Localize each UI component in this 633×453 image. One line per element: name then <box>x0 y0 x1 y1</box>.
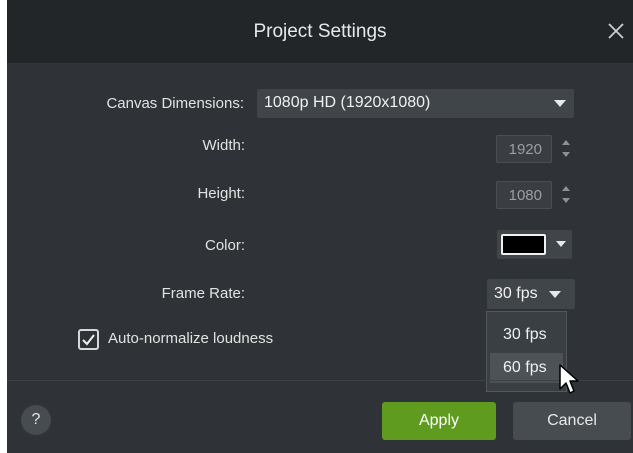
width-stepper[interactable] <box>562 135 570 163</box>
height-input[interactable]: 1080 <box>496 181 552 209</box>
checkmark-icon <box>82 334 95 346</box>
width-value: 1920 <box>508 141 542 158</box>
apply-label: Apply <box>418 412 460 429</box>
frame-rate-label: Frame Rate: <box>161 285 245 302</box>
height-stepper[interactable] <box>562 181 570 209</box>
cancel-label: Cancel <box>547 412 597 429</box>
auto-normalize-label: Auto-normalize loudness <box>108 330 274 347</box>
color-swatch <box>501 234 546 255</box>
frame-rate-value: 30 fps <box>494 285 538 302</box>
chevron-down-icon <box>554 100 566 107</box>
canvas-dimensions-label: Canvas Dimensions: <box>106 95 244 112</box>
dialog-titlebar: Project Settings <box>7 0 633 63</box>
stepper-up-icon[interactable] <box>562 140 570 145</box>
stepper-down-icon[interactable] <box>562 152 570 157</box>
auto-normalize-checkbox[interactable] <box>78 329 99 350</box>
canvas-dimensions-value: 1080p HD (1920x1080) <box>264 94 431 111</box>
chevron-down-icon <box>556 241 566 247</box>
project-settings-dialog: Project Settings Canvas Dimensions: 1080… <box>7 0 633 453</box>
canvas-dimensions-select[interactable]: 1080p HD (1920x1080) <box>257 89 574 118</box>
frame-rate-option-60[interactable]: 60 fps <box>490 353 563 383</box>
color-label: Color: <box>204 237 245 254</box>
apply-button[interactable]: Apply <box>382 402 496 440</box>
mouse-cursor-icon <box>559 364 579 394</box>
width-label: Width: <box>202 137 245 154</box>
stepper-up-icon[interactable] <box>562 186 570 191</box>
option-label: 60 fps <box>503 359 547 376</box>
help-icon: ? <box>31 411 41 428</box>
footer-divider <box>7 380 633 381</box>
chevron-down-icon <box>549 291 561 298</box>
frame-rate-select[interactable]: 30 fps <box>487 279 575 309</box>
option-label: 30 fps <box>503 326 547 343</box>
height-label: Height: <box>197 185 245 202</box>
width-input[interactable]: 1920 <box>496 135 552 163</box>
close-icon[interactable] <box>607 22 625 40</box>
height-value: 1080 <box>508 187 542 204</box>
dialog-title: Project Settings <box>253 21 387 42</box>
frame-rate-option-30[interactable]: 30 fps <box>490 320 563 350</box>
color-picker-button[interactable] <box>497 230 572 259</box>
help-button[interactable]: ? <box>21 405 51 435</box>
stepper-down-icon[interactable] <box>562 198 570 203</box>
cancel-button[interactable]: Cancel <box>513 402 631 440</box>
